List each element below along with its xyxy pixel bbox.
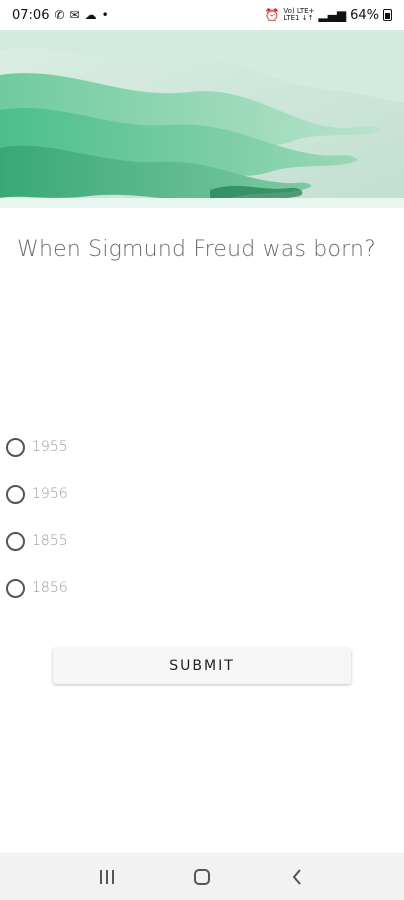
battery-percent: 64% [350, 7, 379, 23]
network-label-bottom: LTE1 ↓↑ [283, 14, 314, 22]
radio-button[interactable] [6, 484, 25, 504]
option-label: 1955 [32, 439, 68, 455]
option-label: 1956 [32, 486, 68, 502]
recent-apps-icon [100, 869, 115, 884]
home-button[interactable] [182, 857, 222, 897]
signal-icon: ▂▄▆ [318, 8, 347, 22]
option-1956[interactable]: 1956 [6, 483, 68, 505]
radio-button[interactable] [6, 437, 25, 457]
status-left: 07:06 ✆ ✉ ☁ • [12, 8, 109, 23]
submit-button[interactable]: SUBMIT [53, 648, 351, 684]
wave-illustration [0, 30, 404, 208]
network-type: Vo) LTE+ LTE1 ↓↑ [283, 8, 314, 22]
dot-icon: • [101, 8, 109, 22]
navigation-bar [0, 853, 404, 900]
mail-icon: ✉ [69, 8, 80, 22]
option-1856[interactable]: 1856 [6, 577, 68, 599]
battery-icon [383, 9, 392, 21]
whatsapp-icon: ✆ [54, 8, 65, 22]
recent-apps-button[interactable] [87, 857, 127, 897]
option-1955[interactable]: 1955 [6, 436, 68, 458]
radio-button[interactable] [6, 578, 25, 598]
back-button[interactable] [277, 857, 317, 897]
radio-button[interactable] [6, 531, 25, 551]
option-1855[interactable]: 1855 [6, 530, 68, 552]
status-time: 07:06 [12, 7, 50, 23]
alarm-icon: ⏰ [264, 8, 280, 22]
option-label: 1855 [32, 533, 68, 549]
status-right: ⏰ Vo) LTE+ LTE1 ↓↑ ▂▄▆ 64% [264, 8, 392, 23]
back-icon [292, 868, 301, 885]
question-text: When Sigmund Freud was born? [17, 237, 377, 262]
home-icon [193, 868, 210, 885]
status-bar: 07:06 ✆ ✉ ☁ • ⏰ Vo) LTE+ LTE1 ↓↑ ▂▄▆ 64% [0, 0, 404, 30]
cloud-icon: ☁ [84, 8, 97, 22]
hero-image [0, 30, 404, 208]
answer-options: 1955 1956 1855 1856 [6, 436, 68, 624]
option-label: 1856 [32, 580, 68, 596]
